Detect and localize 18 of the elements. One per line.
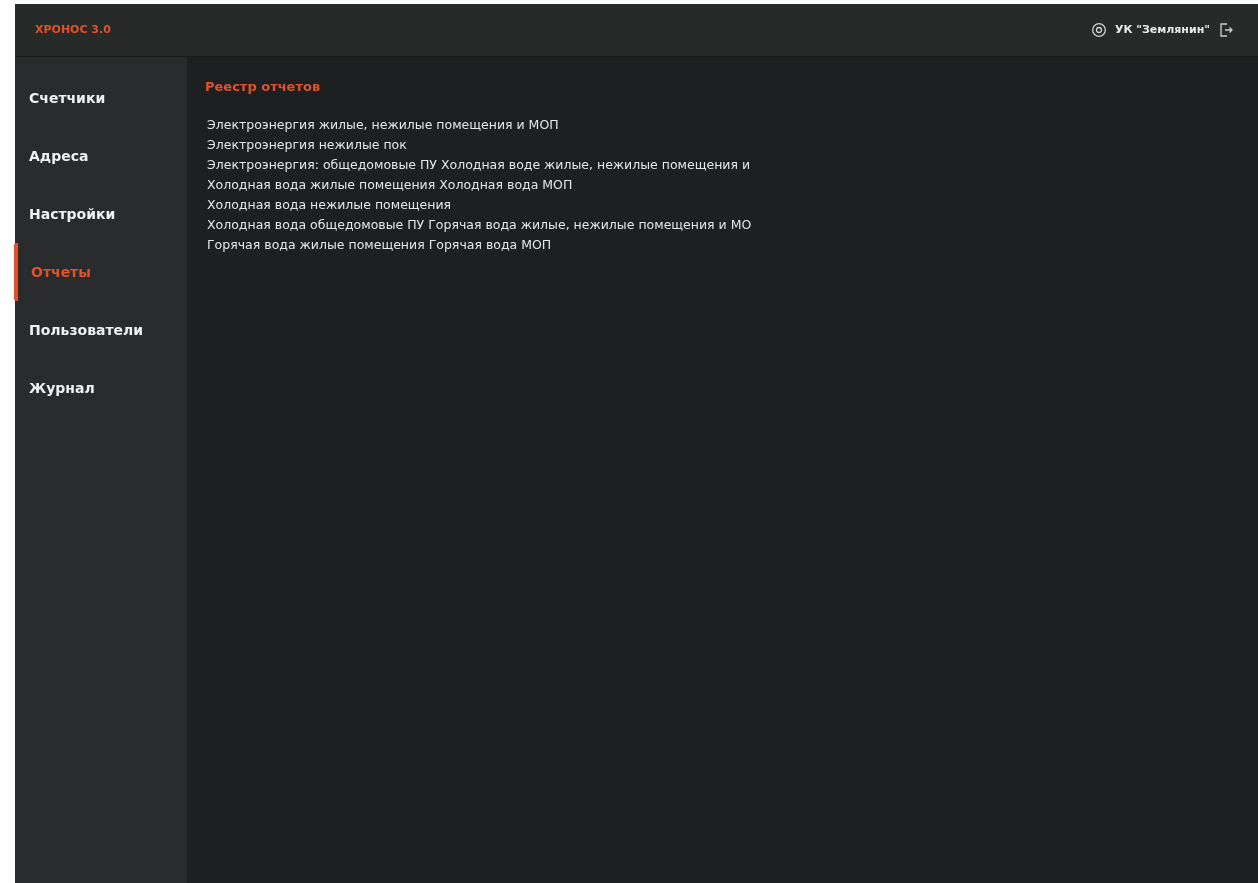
report-link[interactable]: Электроэнергия жилые, нежилые помещения и МОП bbox=[207, 114, 559, 135]
report-link[interactable]: Холодная вода жилые помещения Холодная вода МОП bbox=[207, 174, 573, 195]
settings-icon[interactable] bbox=[1090, 22, 1107, 38]
page-title: Реестр отчетов bbox=[205, 78, 322, 96]
report-link[interactable]: Электроэнергия: общедомовые ПУ Холодная воде жилые, нежилые помещения и bbox=[207, 154, 751, 175]
app-logo: ХРОНОС 3.0 bbox=[35, 21, 111, 38]
sidebar-item[interactable]: Отчеты bbox=[14, 243, 186, 301]
sidebar-item[interactable]: Адреса bbox=[15, 127, 187, 185]
sidebar-item[interactable]: Пользователи bbox=[15, 301, 187, 359]
sidebar-item[interactable]: Настройки bbox=[15, 185, 187, 243]
report-link[interactable]: Горячая вода жилые помещения Горячая вода МОП bbox=[207, 234, 552, 255]
logout-icon[interactable] bbox=[1218, 22, 1234, 38]
report-link[interactable]: Электроэнергия нежилые пок bbox=[207, 134, 407, 155]
sidebar-item[interactable]: Журнал bbox=[15, 359, 187, 417]
report-link[interactable]: Холодная вода общедомовые ПУ Горячая вода жилые, нежилые помещения и МО bbox=[207, 214, 752, 235]
report-link[interactable]: Холодная вода нежилые помещения bbox=[207, 194, 452, 215]
organization-name: УК "Землянин" bbox=[1114, 21, 1210, 38]
sidebar-item[interactable]: Счетчики bbox=[15, 69, 187, 127]
